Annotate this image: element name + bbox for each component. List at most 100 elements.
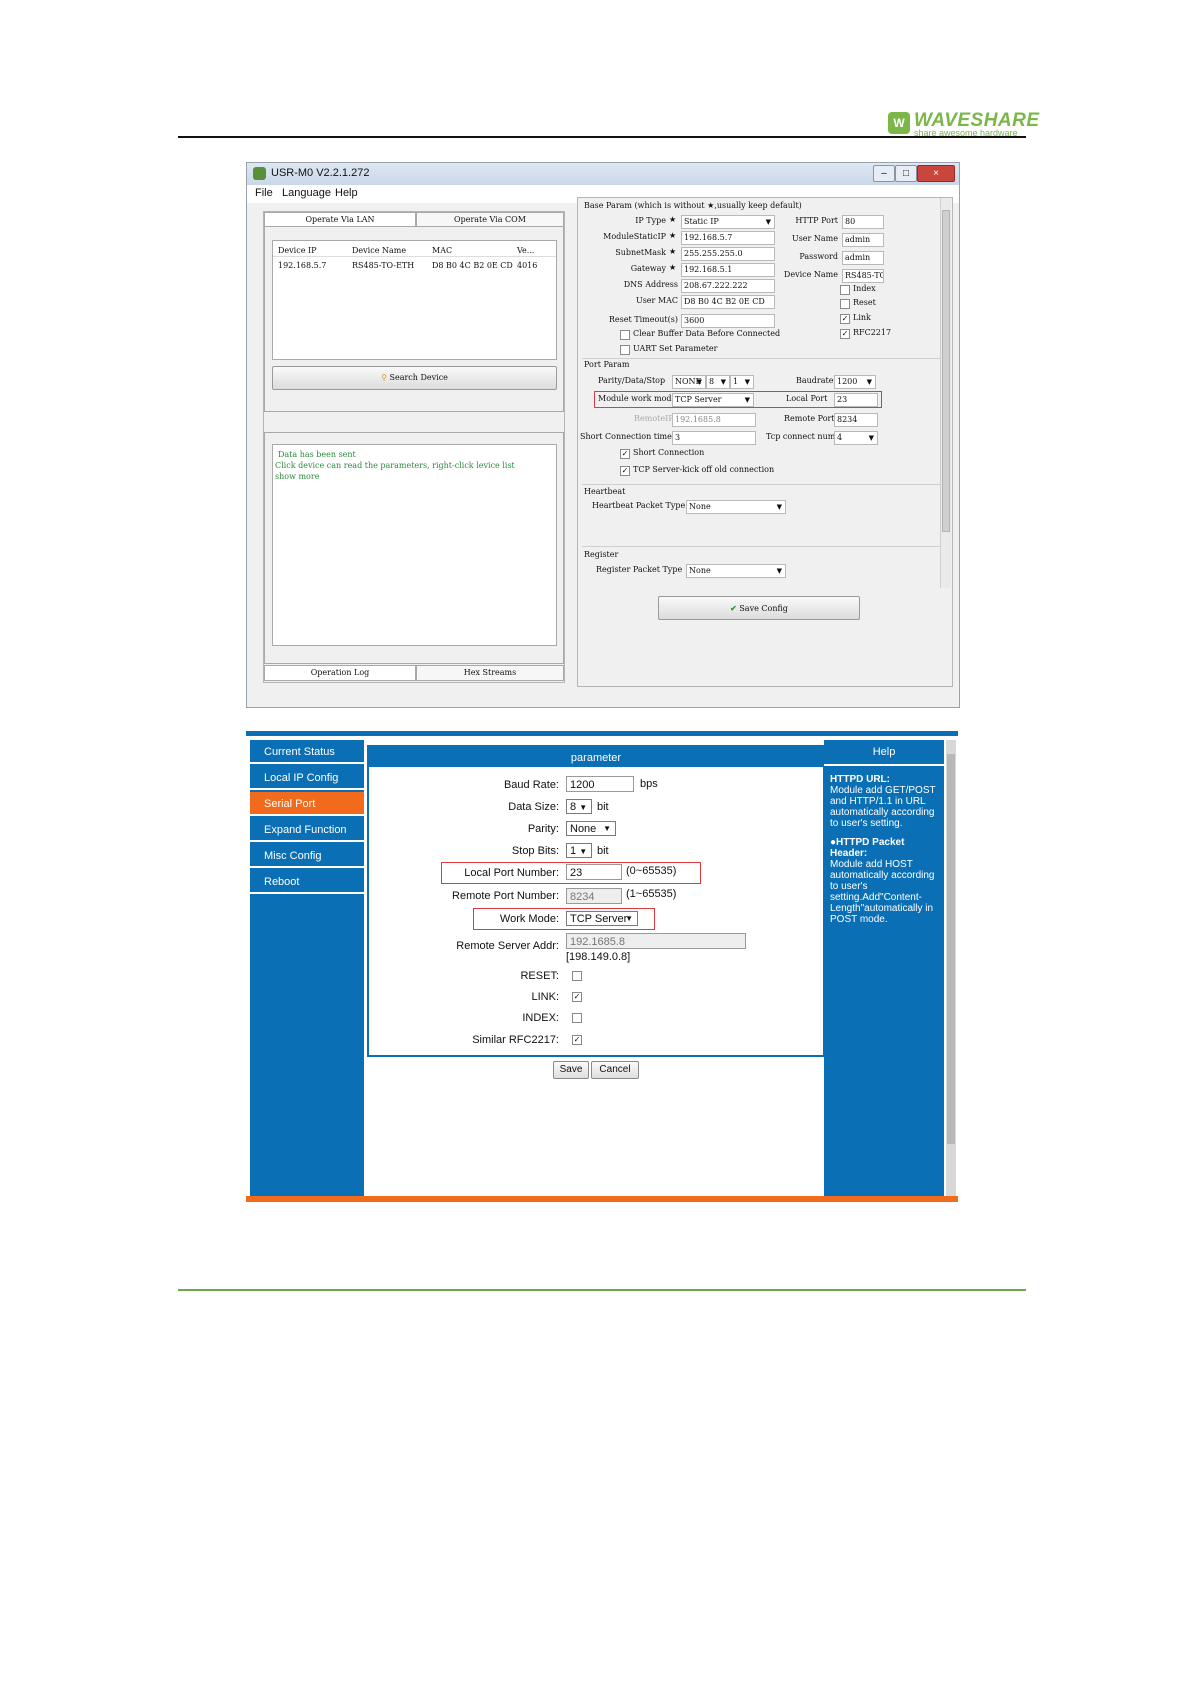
web-menu-local-ip[interactable]: Local IP Config (250, 766, 364, 790)
gateway-field[interactable]: 192.168.5.1 (681, 263, 775, 277)
tab-operation-log[interactable]: Operation Log (264, 665, 416, 681)
menu-file[interactable]: File (255, 187, 273, 199)
device-row-ip[interactable]: 192.168.5.7 (278, 261, 326, 270)
web-label-index: INDEX: (522, 1012, 559, 1024)
chevron-down-icon: ▼ (776, 567, 782, 575)
short-connection-checkbox[interactable]: ✓ (620, 449, 630, 459)
http-port-field[interactable]: 80 (842, 215, 884, 229)
label-reset-timeout: Reset Timeout(s) (608, 315, 678, 324)
web-link-checkbox[interactable]: ✓ (572, 992, 582, 1002)
web-stop-bits-select[interactable]: 1 ▼ (566, 843, 592, 858)
web-scrollbar[interactable] (946, 740, 956, 1200)
device-name-field[interactable]: RS485-TO- (842, 269, 884, 283)
clear-buffer-checkbox[interactable] (620, 330, 630, 340)
user-mac-field[interactable]: D8 B0 4C B2 0E CD (681, 295, 775, 309)
web-bottom-bar (246, 1196, 958, 1202)
tcp-num-select[interactable]: 4 ▼ (834, 431, 878, 445)
tab-operate-lan[interactable]: Operate Via LAN (264, 212, 416, 227)
label-subnet-mask: SubnetMask (615, 248, 666, 257)
param-scrollbar[interactable] (940, 198, 951, 588)
local-port-field[interactable]: 23 (834, 393, 878, 407)
web-label-stop-bits: Stop Bits: (511, 845, 559, 857)
port-param-title: Port Param (584, 360, 630, 369)
help-item-text: Module add GET/POST and HTTP/1.1 in URL … (830, 785, 936, 829)
link-label: Link (853, 313, 871, 322)
star-icon: ★ (669, 247, 677, 256)
waveshare-logo: W WAVESHARE share awesome hardware (888, 110, 1039, 138)
tab-hex-streams[interactable]: Hex Streams (416, 665, 564, 681)
web-label-data-size: Data Size: (508, 801, 559, 813)
data-bits-select[interactable]: 8 ▼ (706, 375, 730, 389)
dns-field[interactable]: 208.67.222.222 (681, 279, 775, 293)
rfc2217-checkbox[interactable]: ✓ (840, 329, 850, 339)
web-menu-current-status[interactable]: Current Status (250, 740, 364, 764)
web-stop-bits-unit: bit (597, 845, 609, 857)
index-checkbox[interactable] (840, 285, 850, 295)
web-data-size-select[interactable]: 8 ▼ (566, 799, 592, 814)
web-parity-select[interactable]: None ▼ (566, 821, 616, 836)
device-row-version[interactable]: 4016 (517, 261, 537, 270)
web-reset-checkbox[interactable] (572, 971, 582, 981)
remote-ip-field[interactable]: 192.1685.8 (672, 413, 756, 427)
device-row-name[interactable]: RS485-TO-ETH (352, 261, 414, 270)
web-menu-expand[interactable]: Expand Function (250, 818, 364, 842)
menu-help[interactable]: Help (335, 187, 358, 199)
label-module-static-ip: ModuleStaticIP (603, 232, 666, 241)
web-scrollbar-thumb[interactable] (947, 754, 955, 1144)
web-menu-serial-port[interactable]: Serial Port (250, 792, 364, 816)
web-index-checkbox[interactable] (572, 1013, 582, 1023)
web-remote-server-ip: [198.149.0.8] (566, 951, 631, 963)
subnet-mask-field[interactable]: 255.255.255.0 (681, 247, 775, 261)
label-user-name: User Name (791, 234, 838, 243)
close-button[interactable]: × (917, 165, 955, 182)
scrollbar-thumb[interactable] (942, 210, 950, 532)
web-label-remote-server: Remote Server Addr: (456, 940, 559, 952)
user-name-field[interactable]: admin (842, 233, 884, 247)
remote-port-field[interactable]: 8234 (834, 413, 878, 427)
work-mode-select[interactable]: TCP Server ▼ (672, 393, 754, 407)
label-password: Password (799, 252, 838, 261)
kick-off-checkbox[interactable]: ✓ (620, 466, 630, 476)
web-menu-misc[interactable]: Misc Config (250, 844, 364, 868)
heartbeat-select[interactable]: None ▼ (686, 500, 786, 514)
menu-language[interactable]: Language (282, 187, 331, 199)
web-label-link: LINK: (531, 991, 559, 1003)
ip-type-select[interactable]: Static IP ▼ (681, 215, 775, 229)
link-checkbox[interactable]: ✓ (840, 314, 850, 324)
reset-checkbox[interactable] (840, 299, 850, 309)
web-rfc2217-checkbox[interactable]: ✓ (572, 1035, 582, 1045)
web-menu-reboot[interactable]: Reboot (250, 870, 364, 894)
label-parity: Parity/Data/Stop (598, 376, 666, 385)
stop-bits-select[interactable]: 1 ▼ (730, 375, 754, 389)
star-icon: ★ (669, 215, 677, 224)
maximize-button[interactable]: □ (895, 165, 917, 182)
device-row-mac[interactable]: D8 B0 4C B2 0E CD (432, 261, 513, 270)
label-http-port: HTTP Port (795, 216, 838, 225)
chevron-down-icon: ▼ (603, 824, 611, 833)
module-static-ip-field[interactable]: 192.168.5.7 (681, 231, 775, 245)
web-baud-input[interactable]: 1200 (566, 776, 634, 792)
parity-select[interactable]: NONE ▼ (672, 375, 706, 389)
web-remote-port-input[interactable]: 8234 (566, 888, 622, 904)
search-device-button[interactable]: ⚲ Search Device (272, 366, 557, 390)
web-work-mode-select[interactable]: TCP Server ▼ (566, 911, 638, 926)
reset-timeout-field[interactable]: 3600 (681, 314, 775, 328)
tab-operate-com[interactable]: Operate Via COM (416, 212, 564, 227)
web-remote-server-input[interactable]: 192.1685.8 (566, 933, 746, 949)
save-config-button[interactable]: ✔ Save Config (658, 596, 860, 620)
baudrate-select[interactable]: 1200 ▼ (834, 375, 876, 389)
help-item-title: ●HTTPD Packet Header: (830, 837, 905, 859)
web-local-port-range: (0~65535) (626, 865, 677, 877)
short-conn-field[interactable]: 3 (672, 431, 756, 445)
label-user-mac: User MAC (635, 296, 678, 305)
web-param-panel: parameter Baud Rate: 1200 bps Data Size:… (367, 745, 825, 1057)
web-help-panel: Help HTTPD URL: Module add GET/POST and … (824, 740, 944, 1200)
register-select[interactable]: None ▼ (686, 564, 786, 578)
password-field[interactable]: admin (842, 251, 884, 265)
col-device-ip: Device IP (278, 246, 317, 255)
minimize-button[interactable]: – (873, 165, 895, 182)
uart-set-checkbox[interactable] (620, 345, 630, 355)
web-cancel-button[interactable]: Cancel (591, 1061, 639, 1079)
web-local-port-input[interactable]: 23 (566, 864, 622, 880)
web-save-button[interactable]: Save (553, 1061, 589, 1079)
